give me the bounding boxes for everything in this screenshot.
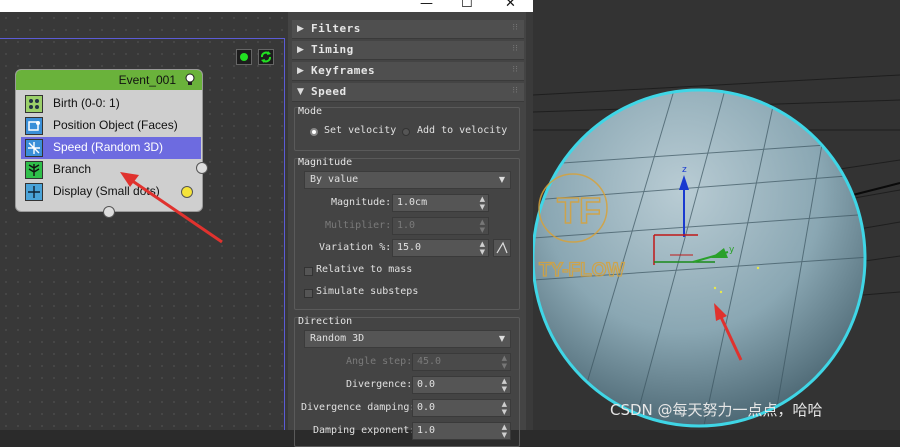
- magnitude-group-label: Magnitude: [298, 157, 353, 168]
- spinner-value: 15.0: [397, 242, 422, 253]
- multiplier-label: Multiplier:: [325, 220, 392, 231]
- collapsed-arrow-icon: ▶: [297, 24, 304, 34]
- grip-icon: ⁝⁝: [512, 23, 518, 33]
- rollout-title: Keyframes: [311, 64, 376, 77]
- direction-group-label: Direction: [298, 316, 353, 327]
- chevron-down-icon: ▼: [498, 334, 505, 343]
- spinner-arrows-icon[interactable]: ▲ ▼: [502, 423, 507, 439]
- spinner-arrows-icon[interactable]: ▲ ▼: [502, 400, 507, 416]
- curve-icon: [496, 241, 508, 254]
- rollout-title: Timing: [311, 43, 354, 56]
- variation-spinner[interactable]: 15.0 ▲ ▼: [392, 239, 489, 257]
- angle-step-label: Angle step:: [346, 356, 413, 367]
- particle: [719, 290, 723, 294]
- divergence-spinner[interactable]: 0.0 ▲ ▼: [412, 376, 511, 394]
- spinner-arrows-icon[interactable]: ▲ ▼: [502, 377, 507, 393]
- mode-group: Mode Set velocity Add to velocity: [294, 106, 520, 151]
- dropdown-value: By value: [310, 174, 359, 185]
- set-velocity-label: Set velocity: [324, 125, 397, 136]
- spinner-value: 0.0: [417, 402, 436, 413]
- divergence-damping-spinner[interactable]: 0.0 ▲ ▼: [412, 399, 511, 417]
- collapsed-arrow-icon: ▶: [297, 45, 304, 55]
- minimize-button[interactable]: —: [420, 0, 433, 11]
- node-editor-canvas[interactable]: Event_001 Birth (0-0: 1) Position Object…: [0, 0, 288, 430]
- variation-label: Variation %:: [319, 242, 392, 253]
- relative-to-mass-label: Relative to mass: [316, 264, 413, 275]
- grip-icon: ⁝⁝: [512, 65, 518, 75]
- spinner-arrows-icon[interactable]: ▲ ▼: [480, 240, 485, 256]
- svg-text:y: y: [729, 245, 735, 255]
- window-titlebar: — ☐ ✕: [0, 0, 533, 12]
- properties-panel: ▶ Filters ⁝⁝ ▶ Timing ⁝⁝ ▶ Keyframes ⁝⁝ …: [288, 12, 533, 447]
- rollout-timing[interactable]: ▶ Timing ⁝⁝: [292, 41, 524, 60]
- spinner-value: 1.0: [397, 220, 416, 231]
- sphere[interactable]: [533, 90, 865, 426]
- mode-group-label: Mode: [298, 106, 323, 117]
- grip-icon: ⁝⁝: [512, 44, 518, 54]
- rollout-speed[interactable]: ▼ Speed ⁝⁝: [292, 83, 524, 102]
- panel-scrollbar[interactable]: [526, 12, 533, 430]
- spinner-value: 1.0cm: [397, 197, 428, 208]
- relative-to-mass-checkbox[interactable]: [304, 267, 313, 276]
- close-button[interactable]: ✕: [505, 0, 516, 11]
- damping-exponent-spinner[interactable]: 1.0 ▲ ▼: [412, 422, 511, 440]
- spinner-arrows-icon: ▲ ▼: [479, 218, 485, 234]
- maximize-button[interactable]: ☐: [461, 0, 473, 11]
- collapsed-arrow-icon: ▶: [297, 66, 304, 76]
- direction-type-dropdown[interactable]: Random 3D ▼: [304, 330, 511, 348]
- rollout-filters[interactable]: ▶ Filters ⁝⁝: [292, 20, 524, 39]
- add-to-velocity-radio[interactable]: [402, 128, 410, 136]
- chevron-down-icon: ▼: [498, 175, 505, 184]
- svg-text:z: z: [682, 165, 687, 175]
- spinner-arrows-icon: ▲ ▼: [501, 354, 507, 370]
- grip-icon: ⁝⁝: [512, 86, 518, 96]
- magnitude-group: Magnitude By value ▼ Magnitude: 1.0cm ▲ ▼…: [294, 157, 520, 310]
- add-to-velocity-label: Add to velocity: [417, 125, 508, 136]
- dropdown-value: Random 3D: [310, 333, 365, 344]
- particle: [756, 266, 760, 270]
- spinner-value: 1.0: [417, 425, 436, 436]
- spinner-value: 0.0: [417, 379, 436, 390]
- simulate-substeps-checkbox[interactable]: [304, 289, 313, 298]
- direction-group: Direction Random 3D ▼ Angle step: 45.0 ▲…: [294, 316, 520, 447]
- set-velocity-radio[interactable]: [310, 128, 318, 136]
- 3d-viewport[interactable]: TF TY-FLOW z y: [533, 0, 900, 430]
- multiplier-spinner: 1.0 ▲ ▼: [392, 217, 489, 235]
- spinner-value: 45.0: [417, 356, 442, 367]
- damping-exponent-label: Damping exponent:: [313, 425, 416, 436]
- angle-step-spinner: 45.0 ▲ ▼: [412, 353, 511, 371]
- rollout-title: Filters: [311, 22, 361, 35]
- magnitude-label: Magnitude:: [331, 197, 392, 208]
- rollout-keyframes[interactable]: ▶ Keyframes ⁝⁝: [292, 62, 524, 81]
- particle: [713, 286, 717, 290]
- red-arrow-annotation: [120, 172, 223, 244]
- magnitude-spinner[interactable]: 1.0cm ▲ ▼: [392, 194, 489, 212]
- divergence-label: Divergence:: [346, 379, 413, 390]
- spinner-arrows-icon[interactable]: ▲ ▼: [480, 195, 485, 211]
- svg-text:TY-FLOW: TY-FLOW: [539, 260, 625, 281]
- divergence-damping-label: Divergence damping:: [301, 402, 416, 413]
- variation-curve-button[interactable]: [493, 239, 511, 257]
- expanded-arrow-icon: ▼: [297, 87, 304, 97]
- viewport-scene: TF TY-FLOW z y: [533, 74, 900, 428]
- simulate-substeps-label: Simulate substeps: [316, 286, 419, 297]
- rollout-title: Speed: [311, 85, 347, 98]
- csdn-watermark: CSDN @每天努力一点点，哈哈: [610, 401, 823, 419]
- magnitude-type-dropdown[interactable]: By value ▼: [304, 171, 511, 189]
- svg-text:TF: TF: [557, 190, 601, 231]
